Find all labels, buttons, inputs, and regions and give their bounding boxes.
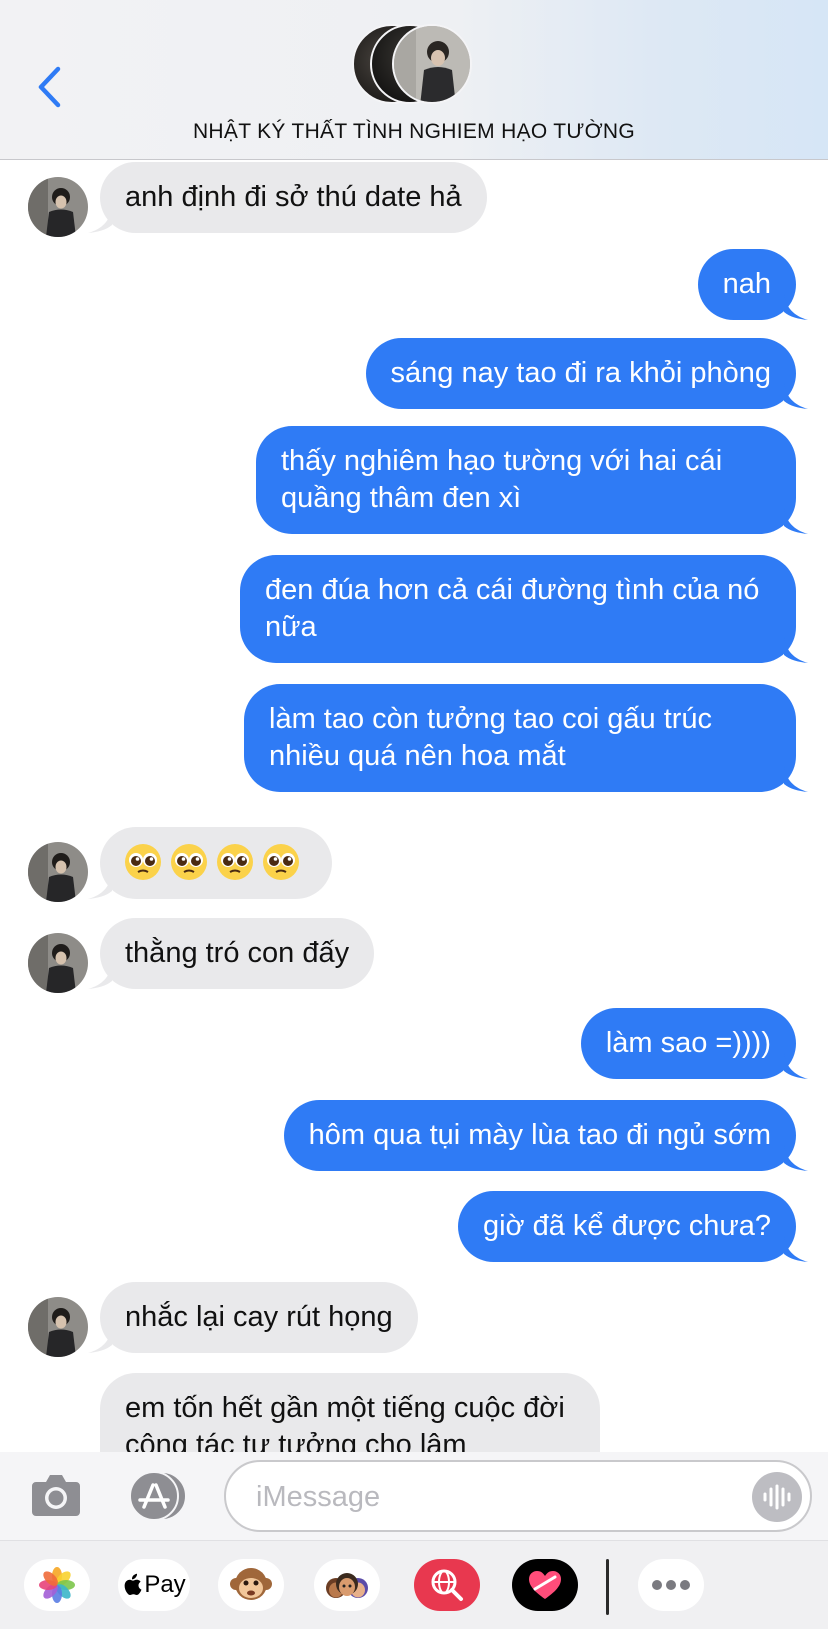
conversation-header: NHẬT KÝ THẤT TÌNH NGHIEM HẠO TƯỜNG [0,0,828,160]
camera-icon [32,1475,80,1516]
apple-pay-label: Pay [144,1571,186,1598]
message-text: sáng nay tao đi ra khỏi phòng [390,357,772,389]
message-bubble-outgoing[interactable]: nah [697,249,808,320]
memoji-stickers-button[interactable] [314,1559,380,1611]
back-button[interactable] [30,62,70,112]
pleading-face-icon [217,844,253,880]
apple-logo-icon [124,1573,142,1596]
message-bubble-outgoing[interactable]: làm sao =)))) [580,1008,808,1079]
message-bubble-outgoing[interactable]: thấy nghiêm hạo tường với hai cái quầng … [256,426,808,534]
emoji-message [124,841,308,881]
message-bubble-incoming[interactable] [88,827,332,899]
memoji-monkey-icon [230,1568,272,1600]
message-bubble-incoming[interactable]: em tốn hết gần một tiếng cuộc đời công t… [100,1373,600,1452]
message-text: đen đúa hơn cả cái đường tình của nó nữa [265,574,760,643]
message-input[interactable] [254,1474,728,1520]
message-text: nhắc lại cay rút họng [125,1301,393,1333]
sender-avatar[interactable] [28,1297,88,1357]
chevron-left-icon [38,66,61,108]
apple-pay-button[interactable]: Pay [118,1559,190,1611]
message-text: em tốn hết gần một tiếng cuộc đời công t… [125,1392,565,1452]
web-search-icon [431,1569,463,1601]
message-text: làm sao =)))) [605,1027,771,1059]
message-text: thấy nghiêm hạo tường với hai cái quầng … [281,445,723,514]
web-search-button[interactable] [414,1559,480,1611]
message-bubble-outgoing[interactable]: giờ đã kể được chưa? [457,1191,808,1262]
digital-touch-button[interactable] [512,1559,578,1611]
message-list[interactable]: anh định đi sở thú date hả nah sáng nay … [0,160,828,1452]
pleading-face-icon [263,844,299,880]
sender-avatar[interactable] [28,842,88,902]
more-icon [652,1580,690,1590]
app-store-icon [129,1471,187,1521]
message-text: hôm qua tụi mày lùa tao đi ngủ sớm [308,1119,771,1151]
imessage-field[interactable] [224,1460,812,1532]
message-text: làm tao còn tưởng tao coi gấu trúc nhiều… [269,703,713,772]
sender-avatar[interactable] [28,933,88,993]
group-avatar-3 [392,24,472,104]
more-apps-button[interactable] [638,1559,704,1611]
sender-avatar[interactable] [28,177,88,237]
photos-app-button[interactable] [24,1559,90,1611]
pleading-face-icon [125,844,161,880]
app-store-button[interactable] [126,1470,190,1522]
message-bubble-outgoing[interactable]: hôm qua tụi mày lùa tao đi ngủ sớm [283,1100,808,1171]
app-drawer: Pay [0,1540,828,1629]
pleading-face-icon [171,844,207,880]
camera-button[interactable] [30,1470,82,1520]
waveform-icon [763,1484,791,1510]
message-bubble-incoming[interactable]: anh định đi sở thú date hả [88,162,487,233]
message-text: thằng tró con đấy [125,937,350,969]
message-bubble-incoming[interactable]: thằng tró con đấy [88,918,375,989]
message-bubble-incoming[interactable]: nhắc lại cay rút họng [88,1282,418,1353]
photos-icon [39,1567,75,1603]
message-bubble-outgoing[interactable]: đen đúa hơn cả cái đường tình của nó nữa [240,555,808,663]
audio-message-button[interactable] [752,1472,802,1522]
memoji-stickers-icon [326,1573,368,1598]
drawer-divider [606,1559,609,1615]
message-bubble-outgoing[interactable]: sáng nay tao đi ra khỏi phòng [365,338,808,409]
message-bubble-outgoing[interactable]: làm tao còn tưởng tao coi gấu trúc nhiều… [244,684,808,792]
compose-bar [0,1452,828,1540]
group-avatar-stack[interactable] [352,24,482,108]
digital-touch-icon [529,1571,561,1599]
message-text: anh định đi sở thú date hả [125,181,462,213]
memoji-button[interactable] [218,1559,284,1611]
conversation-title[interactable]: NHẬT KÝ THẤT TÌNH NGHIEM HẠO TƯỜNG [0,120,828,144]
message-text: giờ đã kể được chưa? [482,1210,771,1242]
message-text: nah [722,268,771,300]
